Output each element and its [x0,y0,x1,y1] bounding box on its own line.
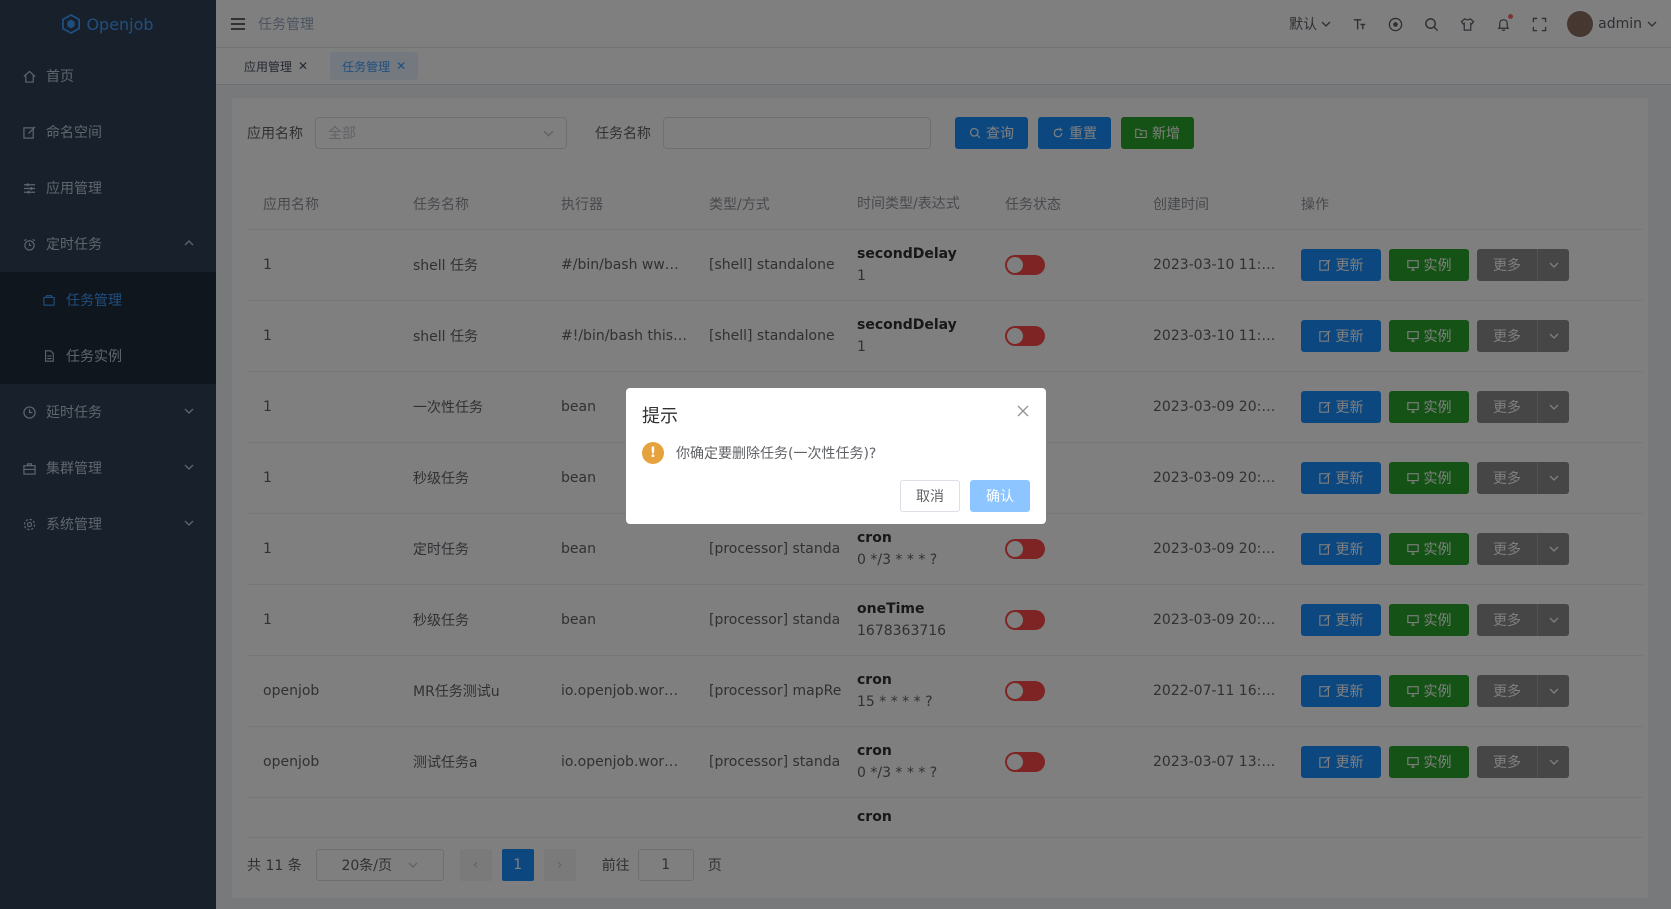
app-root: Openjob 首页 命名空间 应用管理 定时任务 任务管理 任务实例 [0,0,1671,909]
dialog-footer: 取消 确认 [900,480,1030,512]
warning-icon: ! [642,442,664,464]
confirm-button[interactable]: 确认 [970,480,1030,512]
dialog-message: 你确定要删除任务(一次性任务)? [676,446,877,462]
confirm-dialog: 提示 ! 你确定要删除任务(一次性任务)? 取消 确认 [626,388,1046,524]
dialog-title: 提示 [642,406,678,427]
close-icon[interactable] [1016,404,1030,418]
cancel-button[interactable]: 取消 [900,480,960,512]
dialog-body: ! 你确定要删除任务(一次性任务)? [642,442,876,464]
